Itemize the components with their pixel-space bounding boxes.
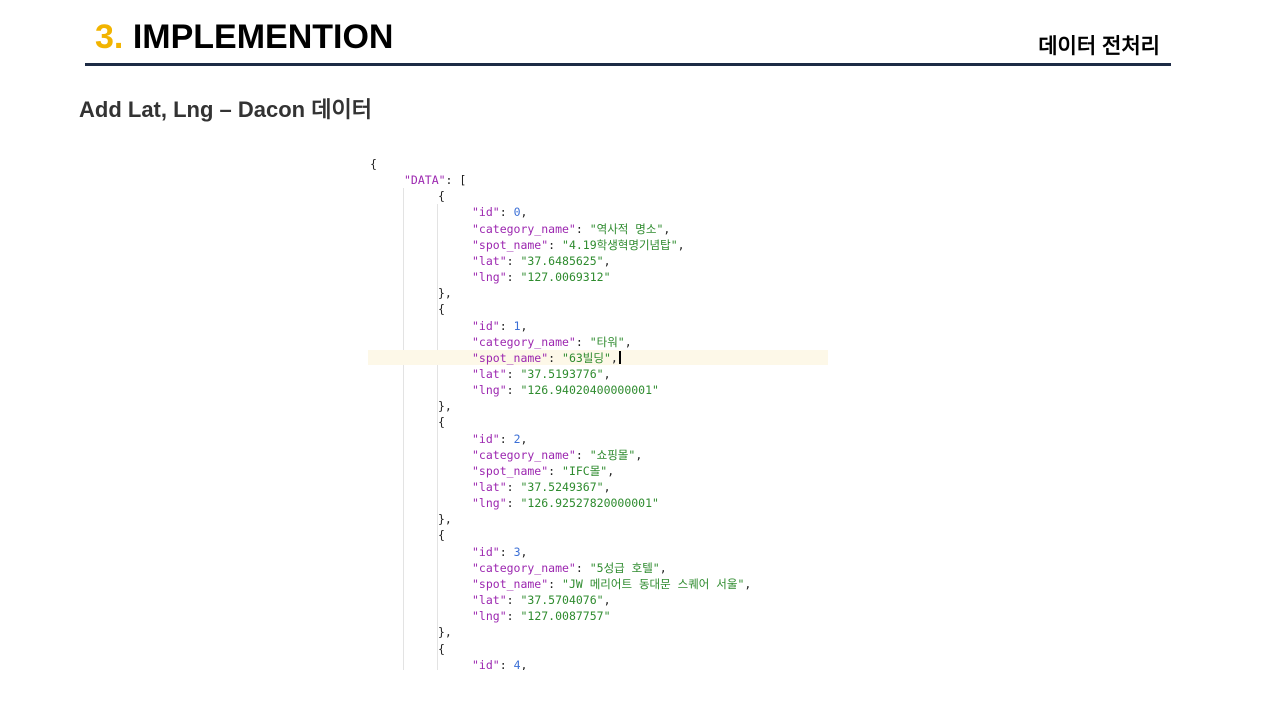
json-open-brace: { [370, 157, 377, 171]
json-data-key-line: "DATA": [ [404, 173, 467, 188]
json-object-open: { [438, 302, 445, 317]
json-lat-line: "lat": "37.5193776", [472, 366, 611, 381]
json-spot-name-line: "spot_name": "4.19학생혁명기념탑", [472, 237, 685, 252]
json-lng-line: "lng": "127.0087757" [472, 609, 611, 624]
json-lat-value: "37.5249367" [520, 480, 604, 494]
json-spot-name-value: "JW 메리어트 동대문 스퀘어 서울" [562, 576, 745, 591]
json-id-line: "id": 1, [472, 318, 528, 333]
json-lng-line: "lng": "126.94020400000001" [472, 383, 659, 398]
json-id-line: "id": 0, [472, 205, 528, 220]
json-id-line: "id": 4, [472, 657, 528, 670]
json-lat-value: "37.5193776" [520, 366, 604, 381]
json-lat-line: "lat": "37.5704076", [472, 593, 611, 608]
json-category-name-value: "타워" [589, 334, 625, 349]
section-label: 데이터 전처리 [1038, 35, 1160, 58]
json-spot-name-line: "spot_name": "IFC몰", [472, 463, 615, 478]
json-lng-value: "126.92527820000001" [520, 496, 659, 511]
json-lng-line: "lng": "126.92527820000001" [472, 496, 659, 511]
json-spot-name-value: "IFC몰" [562, 463, 608, 478]
indent-guide [437, 204, 438, 670]
json-root-key: "DATA" [404, 173, 446, 188]
json-category-name-value: "5성급 호텔" [589, 560, 660, 575]
json-object-close: }, [438, 625, 452, 640]
section-number: 3. [95, 18, 124, 56]
title-text: IMPLEMENTION [132, 18, 394, 56]
json-category-name-line: "category_name": "역사적 명소", [472, 221, 671, 236]
json-category-name-value: "쇼핑몰" [589, 447, 636, 462]
json-object-open: { [438, 415, 445, 430]
json-id-value: 4 [513, 657, 521, 670]
json-object-open: { [438, 528, 445, 543]
json-id-value: 1 [513, 318, 521, 333]
json-object-close: }, [438, 399, 452, 414]
json-lat-line: "lat": "37.6485625", [472, 253, 611, 268]
json-spot-name-line: "spot_name": "63빌딩", [472, 350, 621, 366]
json-lng-value: "127.0087757" [520, 609, 611, 624]
json-category-name-line: "category_name": "5성급 호텔", [472, 560, 667, 575]
json-id-line: "id": 3, [472, 544, 528, 559]
json-category-name-value: "역사적 명소" [589, 221, 664, 236]
json-lat-line: "lat": "37.5249367", [472, 480, 611, 494]
json-lat-value: "37.6485625" [520, 253, 604, 268]
json-lng-line: "lng": "127.0069312" [472, 270, 611, 285]
text-cursor [618, 350, 621, 364]
title-divider [85, 63, 1171, 66]
json-id-line: "id": 2, [472, 431, 528, 446]
slide-title: 3. IMPLEMENTION [95, 18, 393, 57]
json-category-name-line: "category_name": "타워", [472, 334, 632, 349]
json-object-open: { [438, 641, 445, 656]
json-spot-name-line: "spot_name": "JW 메리어트 동대문 스퀘어 서울", [472, 576, 752, 591]
json-object-open: { [438, 189, 445, 204]
indent-guide [403, 188, 404, 670]
json-object-close: }, [438, 512, 452, 527]
json-category-name-line: "category_name": "쇼핑몰", [472, 447, 643, 462]
json-id-value: 3 [513, 544, 521, 559]
json-object-close: }, [438, 286, 452, 301]
json-id-value: 0 [513, 205, 521, 220]
json-spot-name-value: "4.19학생혁명기념탑" [562, 237, 678, 252]
json-code-screenshot: {"DATA": [{"id": 0, "category_name": "역사적… [368, 152, 830, 670]
json-id-value: 2 [513, 431, 521, 446]
json-lng-value: "127.0069312" [520, 270, 611, 285]
json-spot-name-value: "63빌딩" [562, 350, 611, 365]
json-lat-value: "37.5704076" [520, 593, 604, 608]
json-lng-value: "126.94020400000001" [520, 383, 659, 398]
slide-subtitle: Add Lat, Lng – Dacon 데이터 [79, 97, 372, 122]
